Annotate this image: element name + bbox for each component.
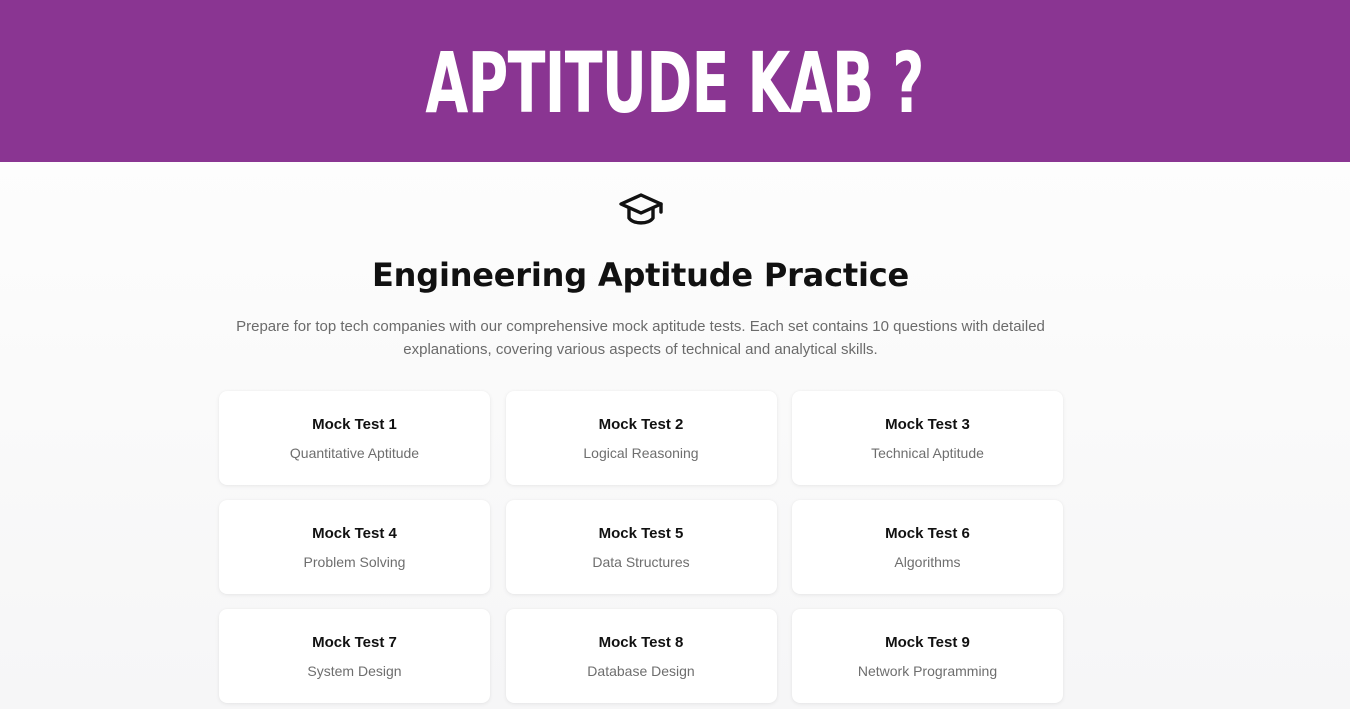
mock-test-subtitle: Problem Solving <box>303 554 406 570</box>
mock-test-title: Mock Test 9 <box>885 634 970 651</box>
mock-test-card-5[interactable]: Mock Test 5 Data Structures <box>505 500 777 594</box>
mock-test-title: Mock Test 8 <box>598 634 684 651</box>
graduation-cap-icon <box>619 193 663 225</box>
mock-test-card-9[interactable]: Mock Test 9 Network Programming <box>792 609 1063 703</box>
mock-test-card-8[interactable]: Mock Test 8 Database Design <box>505 609 777 703</box>
mock-test-card-4[interactable]: Mock Test 4 Problem Solving <box>219 500 490 594</box>
mock-test-subtitle: Quantitative Aptitude <box>289 445 420 461</box>
mock-test-grid: Mock Test 1 Quantitative Aptitude Mock T… <box>219 391 1063 703</box>
mock-test-subtitle: Logical Reasoning <box>583 445 699 461</box>
mock-test-title: Mock Test 6 <box>885 525 970 542</box>
mock-test-title: Mock Test 2 <box>598 416 684 433</box>
mock-test-subtitle: Algorithms <box>894 554 961 570</box>
mock-test-subtitle: Technical Aptitude <box>871 445 984 461</box>
mock-test-card-1[interactable]: Mock Test 1 Quantitative Aptitude <box>219 391 490 485</box>
mock-test-title: Mock Test 1 <box>312 416 397 433</box>
top-banner: APTITUDE KAB ? <box>0 0 1350 162</box>
page-description: Prepare for top tech companies with our … <box>236 318 1045 358</box>
mock-test-subtitle: Database Design <box>587 663 695 679</box>
mock-test-subtitle: System Design <box>307 663 402 679</box>
mock-test-subtitle: Network Programming <box>857 663 998 679</box>
mock-test-card-6[interactable]: Mock Test 6 Algorithms <box>792 500 1063 594</box>
mock-test-title: Mock Test 3 <box>885 416 970 433</box>
mock-test-title: Mock Test 5 <box>598 525 684 542</box>
mock-test-subtitle: Data Structures <box>592 554 690 570</box>
mock-test-card-7[interactable]: Mock Test 7 System Design <box>219 609 490 703</box>
mock-test-title: Mock Test 7 <box>312 634 397 651</box>
mock-test-title: Mock Test 4 <box>312 525 397 542</box>
banner-title: APTITUDE KAB ? <box>425 34 925 132</box>
page-title: Engineering Aptitude Practice <box>372 256 909 294</box>
mock-test-card-2[interactable]: Mock Test 2 Logical Reasoning <box>505 391 777 485</box>
mock-test-card-3[interactable]: Mock Test 3 Technical Aptitude <box>792 391 1063 485</box>
